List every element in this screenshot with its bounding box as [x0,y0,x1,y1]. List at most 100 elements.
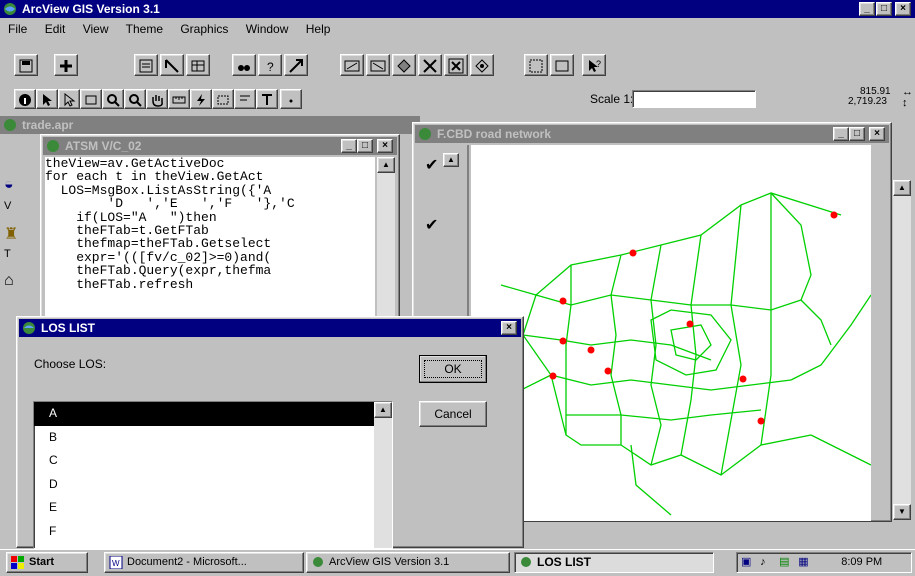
zoom-in-button[interactable] [418,54,442,76]
tray-printer-icon[interactable]: ▦ [798,553,822,572]
theme-properties-button[interactable] [134,54,158,76]
hot-link-tool[interactable] [190,89,212,109]
scripts-doc-icon[interactable]: ⌂ [4,272,32,296]
zoom-out-tool[interactable] [124,89,146,109]
dialog-close-button[interactable]: × [501,321,517,335]
app-scroll-down-icon[interactable]: ▼ [893,504,911,520]
save-project-button[interactable] [14,54,38,76]
start-button[interactable]: Start [6,552,88,573]
tray-monitor-icon[interactable]: ▤ [779,553,795,572]
map-canvas[interactable] [470,145,872,521]
app-vertical-scrollbar[interactable]: ▲ ▼ [893,180,911,520]
tray-speaker-icon[interactable]: ♪ [760,553,776,572]
locate-icon [289,59,303,73]
zoom-to-themes-button[interactable] [366,54,390,76]
vertex-edit-tool[interactable] [58,89,80,109]
area-of-interest-tool[interactable] [212,89,234,109]
project-titlebar: trade.apr [0,116,420,134]
task-los-list[interactable]: LOS LIST [514,552,714,573]
text-tool[interactable] [256,89,278,109]
menu-help[interactable]: Help [306,22,331,36]
zoom-out-button[interactable] [444,54,468,76]
tray-clock[interactable]: 8:09 PM [841,556,882,568]
select-feature-tool[interactable] [80,89,102,109]
view-minimize-button[interactable]: _ [833,127,849,141]
script-line: theFTab.refresh [45,276,194,292]
zoom-previous-icon [475,59,489,73]
select-features-button[interactable] [524,54,548,76]
add-theme-button[interactable] [54,54,78,76]
list-item[interactable]: F [34,520,392,544]
script-window[interactable]: ATSM V/C_02 _ □ × theView=av.GetActiveDo… [40,134,400,324]
identify-tool[interactable] [14,89,36,109]
draw-point-tool[interactable] [280,89,302,109]
zoom-full-extent-button[interactable] [340,54,364,76]
close-button[interactable]: × [895,2,911,16]
lightning-icon [197,94,205,106]
zoom-to-selected-button[interactable] [392,54,416,76]
script-vertical-scrollbar[interactable]: ▲ [377,157,395,323]
cancel-button[interactable]: Cancel [419,401,487,427]
road-network-map [470,192,872,516]
clear-selection-button[interactable] [550,54,574,76]
scroll-up-arrow-icon[interactable]: ▲ [377,157,395,173]
label-tool[interactable] [234,89,256,109]
task-los-list-label: LOS LIST [537,555,591,569]
list-item[interactable]: D [34,473,392,497]
open-table-button[interactable] [186,54,210,76]
menu-window[interactable]: Window [246,22,289,36]
script-editor[interactable]: theView=av.GetActiveDoc for each t in th… [45,157,375,323]
view-globe-icon [419,128,431,140]
script-minimize-button[interactable]: _ [341,139,357,153]
point-marker [604,367,612,375]
menu-edit[interactable]: Edit [45,22,66,36]
script-line: if(LOS="A ")then [45,209,217,225]
list-item[interactable]: A [34,402,387,426]
view-maximize-button[interactable]: □ [849,127,865,141]
charts-doc-icon[interactable]: ♜ [4,224,32,248]
listbox-scroll-up-icon[interactable]: ▲ [374,402,392,418]
measure-tool[interactable] [168,89,190,109]
script-close-button[interactable]: × [377,139,393,153]
menu-theme[interactable]: Theme [126,22,163,36]
zoom-in-tool[interactable] [102,89,124,109]
view-table-of-contents[interactable]: ✔ ▲ ✔ [417,145,469,345]
app-titlebar: ArcView GIS Version 3.1 _ □ × [0,0,915,18]
edit-legend-button[interactable] [160,54,184,76]
pointer-tool[interactable] [36,89,58,109]
view-close-button[interactable]: × [869,127,885,141]
zoom-previous-button[interactable] [470,54,494,76]
theme-checkbox-2[interactable]: ✔ [425,215,438,235]
minimize-button[interactable]: _ [859,2,875,16]
tray-network-icon[interactable]: ▣ [741,553,757,572]
scale-input[interactable] [632,90,756,108]
query-builder-button[interactable]: ? [258,54,282,76]
app-scroll-up-icon[interactable]: ▲ [893,180,911,196]
script-title: ATSM V/C_02 [65,139,142,153]
pan-tool[interactable] [146,89,168,109]
menu-file[interactable]: File [8,22,27,36]
views-doc-icon[interactable]: ◒ [4,176,32,200]
task-arcview[interactable]: ArcView GIS Version 3.1 [306,552,510,573]
los-list-dialog[interactable]: LOS LIST × Choose LOS: OK Cancel A B C D… [16,316,524,549]
help-button[interactable]: ? [582,54,606,76]
view-title: F.CBD road network [437,127,552,141]
task-document2[interactable]: W Document2 - Microsoft... [104,552,304,573]
locate-address-button[interactable] [284,54,308,76]
toc-scroll-up-icon[interactable]: ▲ [443,153,459,167]
label-icon [240,95,250,101]
theme-checkbox-1[interactable]: ✔ [425,155,438,175]
tables-doc-label: V [4,200,12,212]
point-marker [757,417,765,425]
ok-button[interactable]: OK [419,355,487,383]
los-listbox[interactable]: A B C D E F ▲ [33,401,393,549]
list-item[interactable]: E [34,496,392,520]
maximize-button[interactable]: □ [876,2,892,16]
script-maximize-button[interactable]: □ [357,139,373,153]
list-item[interactable]: C [34,449,392,473]
list-item[interactable]: B [34,426,392,450]
listbox-scrollbar[interactable]: ▲ [374,402,392,548]
menu-view[interactable]: View [83,22,109,36]
find-button[interactable] [232,54,256,76]
menu-graphics[interactable]: Graphics [180,22,228,36]
